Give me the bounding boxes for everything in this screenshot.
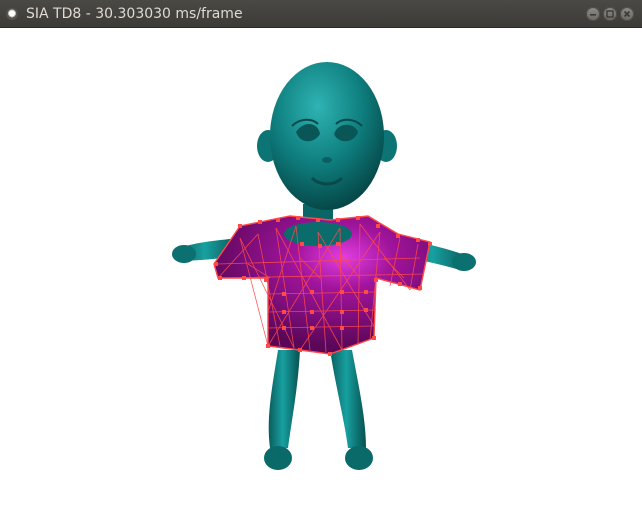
maximize-button[interactable] xyxy=(603,7,617,21)
scene-render xyxy=(172,62,476,470)
minimize-icon xyxy=(590,14,596,16)
app-icon xyxy=(6,8,18,20)
window-title: SIA TD8 - 30.303030 ms/frame xyxy=(26,6,243,22)
opengl-viewport[interactable] xyxy=(0,28,642,509)
title-bar[interactable]: SIA TD8 - 30.303030 ms/frame xyxy=(0,0,642,28)
minimize-button[interactable] xyxy=(586,7,600,21)
close-icon xyxy=(623,10,631,18)
app-window: SIA TD8 - 30.303030 ms/frame xyxy=(0,0,642,509)
maximize-icon xyxy=(606,10,614,18)
close-button[interactable] xyxy=(620,7,634,21)
